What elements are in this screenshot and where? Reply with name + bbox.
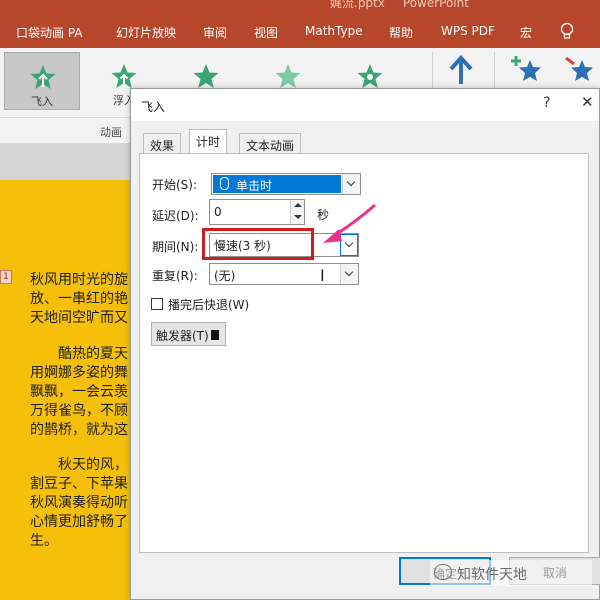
delay-stepper[interactable]: 0: [209, 199, 305, 225]
mouse-icon: [220, 177, 229, 190]
chevron-down-icon[interactable]: [340, 264, 358, 284]
tab-view[interactable]: 视图: [254, 24, 278, 41]
watermark-text: 知软件天地: [457, 567, 527, 583]
window-title: 娓流.pptx PowerPoint: [330, 0, 469, 11]
repeat-select[interactable]: (无): [209, 263, 359, 285]
watermark: 知软件天地: [430, 560, 592, 586]
delay-value: 0: [214, 205, 222, 219]
animation-fly-in[interactable]: 飞入: [4, 52, 80, 110]
tab-review[interactable]: 审阅: [203, 24, 227, 41]
tab-help[interactable]: 帮助: [389, 24, 413, 41]
chevron-down-icon[interactable]: [342, 174, 360, 194]
repeat-label: 重复(R):: [152, 269, 198, 283]
triggers-label: 触发器(T): [156, 329, 209, 343]
wechat-icon: [434, 564, 452, 580]
repeat-value: (无): [214, 269, 236, 283]
help-icon[interactable]: ?: [543, 95, 550, 111]
selection-highlight: [213, 175, 341, 193]
tab-macro[interactable]: 宏: [520, 24, 532, 41]
file-name: 娓流.pptx: [330, 0, 385, 10]
spin-up-icon[interactable]: [294, 203, 302, 207]
start-value: 单击时: [236, 179, 273, 193]
delay-label: 延迟(D):: [152, 209, 199, 223]
star-icon: [357, 64, 383, 88]
tab-effect[interactable]: 效果: [143, 133, 182, 153]
rewind-label[interactable]: 播完后快退(W): [168, 296, 249, 313]
duration-label: 期间(N):: [152, 240, 199, 254]
text-cursor-icon: I: [320, 266, 325, 285]
slide-paragraph-3[interactable]: 秋天的风， 割豆子、下苹果 秋风演奏得动听 心情更加舒畅了 生。: [30, 456, 128, 551]
animation-order-tag[interactable]: 1: [0, 270, 12, 284]
triggers-button[interactable]: 触发器(T): [151, 322, 226, 346]
star-icon: [193, 64, 219, 88]
arrow-up-icon[interactable]: [446, 54, 476, 86]
tab-text-animation[interactable]: 文本动画: [239, 133, 302, 153]
start-select[interactable]: 单击时: [211, 173, 361, 195]
expand-indicator-icon: [211, 330, 219, 340]
app-name: PowerPoint: [402, 0, 469, 10]
tab-slideshow[interactable]: 幻灯片放映: [116, 24, 176, 41]
dialog-titlebar[interactable]: 飞入 ? ✕: [131, 89, 599, 121]
slide-paragraph-2[interactable]: 酷热的夏天 用婀娜多姿的舞 飘飘，一会云羡 万得雀鸟，不顾 的鹊桥，就为这: [30, 345, 128, 440]
tab-wps-pdf[interactable]: WPS PDF: [441, 24, 495, 38]
star-icon: [111, 64, 137, 88]
fly-in-dialog: 飞入 ? ✕ 效果 计时 文本动画 开始(S): 延迟(D): 期间(N): 重…: [130, 88, 600, 600]
title-bar: 娓流.pptx PowerPoint: [0, 0, 600, 16]
ribbon-tab-bar: 口袋动画 PA 幻灯片放映 审阅 视图 MathType 帮助 WPS PDF …: [0, 16, 600, 48]
star-icon: [275, 64, 301, 88]
tab-timing[interactable]: 计时: [189, 129, 228, 154]
animation-label: 飞入: [31, 95, 53, 108]
slide-paragraph-1[interactable]: 秋风用时光的旋 放、一串红的艳 天地间空旷而又: [30, 271, 128, 328]
dialog-title: 飞入: [141, 100, 166, 114]
start-label: 开始(S):: [152, 178, 198, 192]
pointer-arrow-icon: [323, 203, 376, 243]
spin-down-icon[interactable]: [294, 215, 302, 219]
add-animation-icon[interactable]: [510, 54, 544, 86]
rewind-checkbox[interactable]: [151, 298, 163, 310]
close-icon[interactable]: ✕: [581, 93, 594, 111]
lightbulb-icon[interactable]: [560, 22, 574, 42]
group-label-animation: 动画: [100, 126, 122, 139]
tab-mathtype[interactable]: MathType: [305, 24, 363, 38]
highlight-box: [202, 228, 314, 260]
tab-pocket-animation[interactable]: 口袋动画 PA: [16, 24, 83, 41]
animation-painter-icon[interactable]: [562, 54, 596, 86]
stepper-buttons: [290, 200, 304, 224]
star-icon: [30, 65, 56, 89]
